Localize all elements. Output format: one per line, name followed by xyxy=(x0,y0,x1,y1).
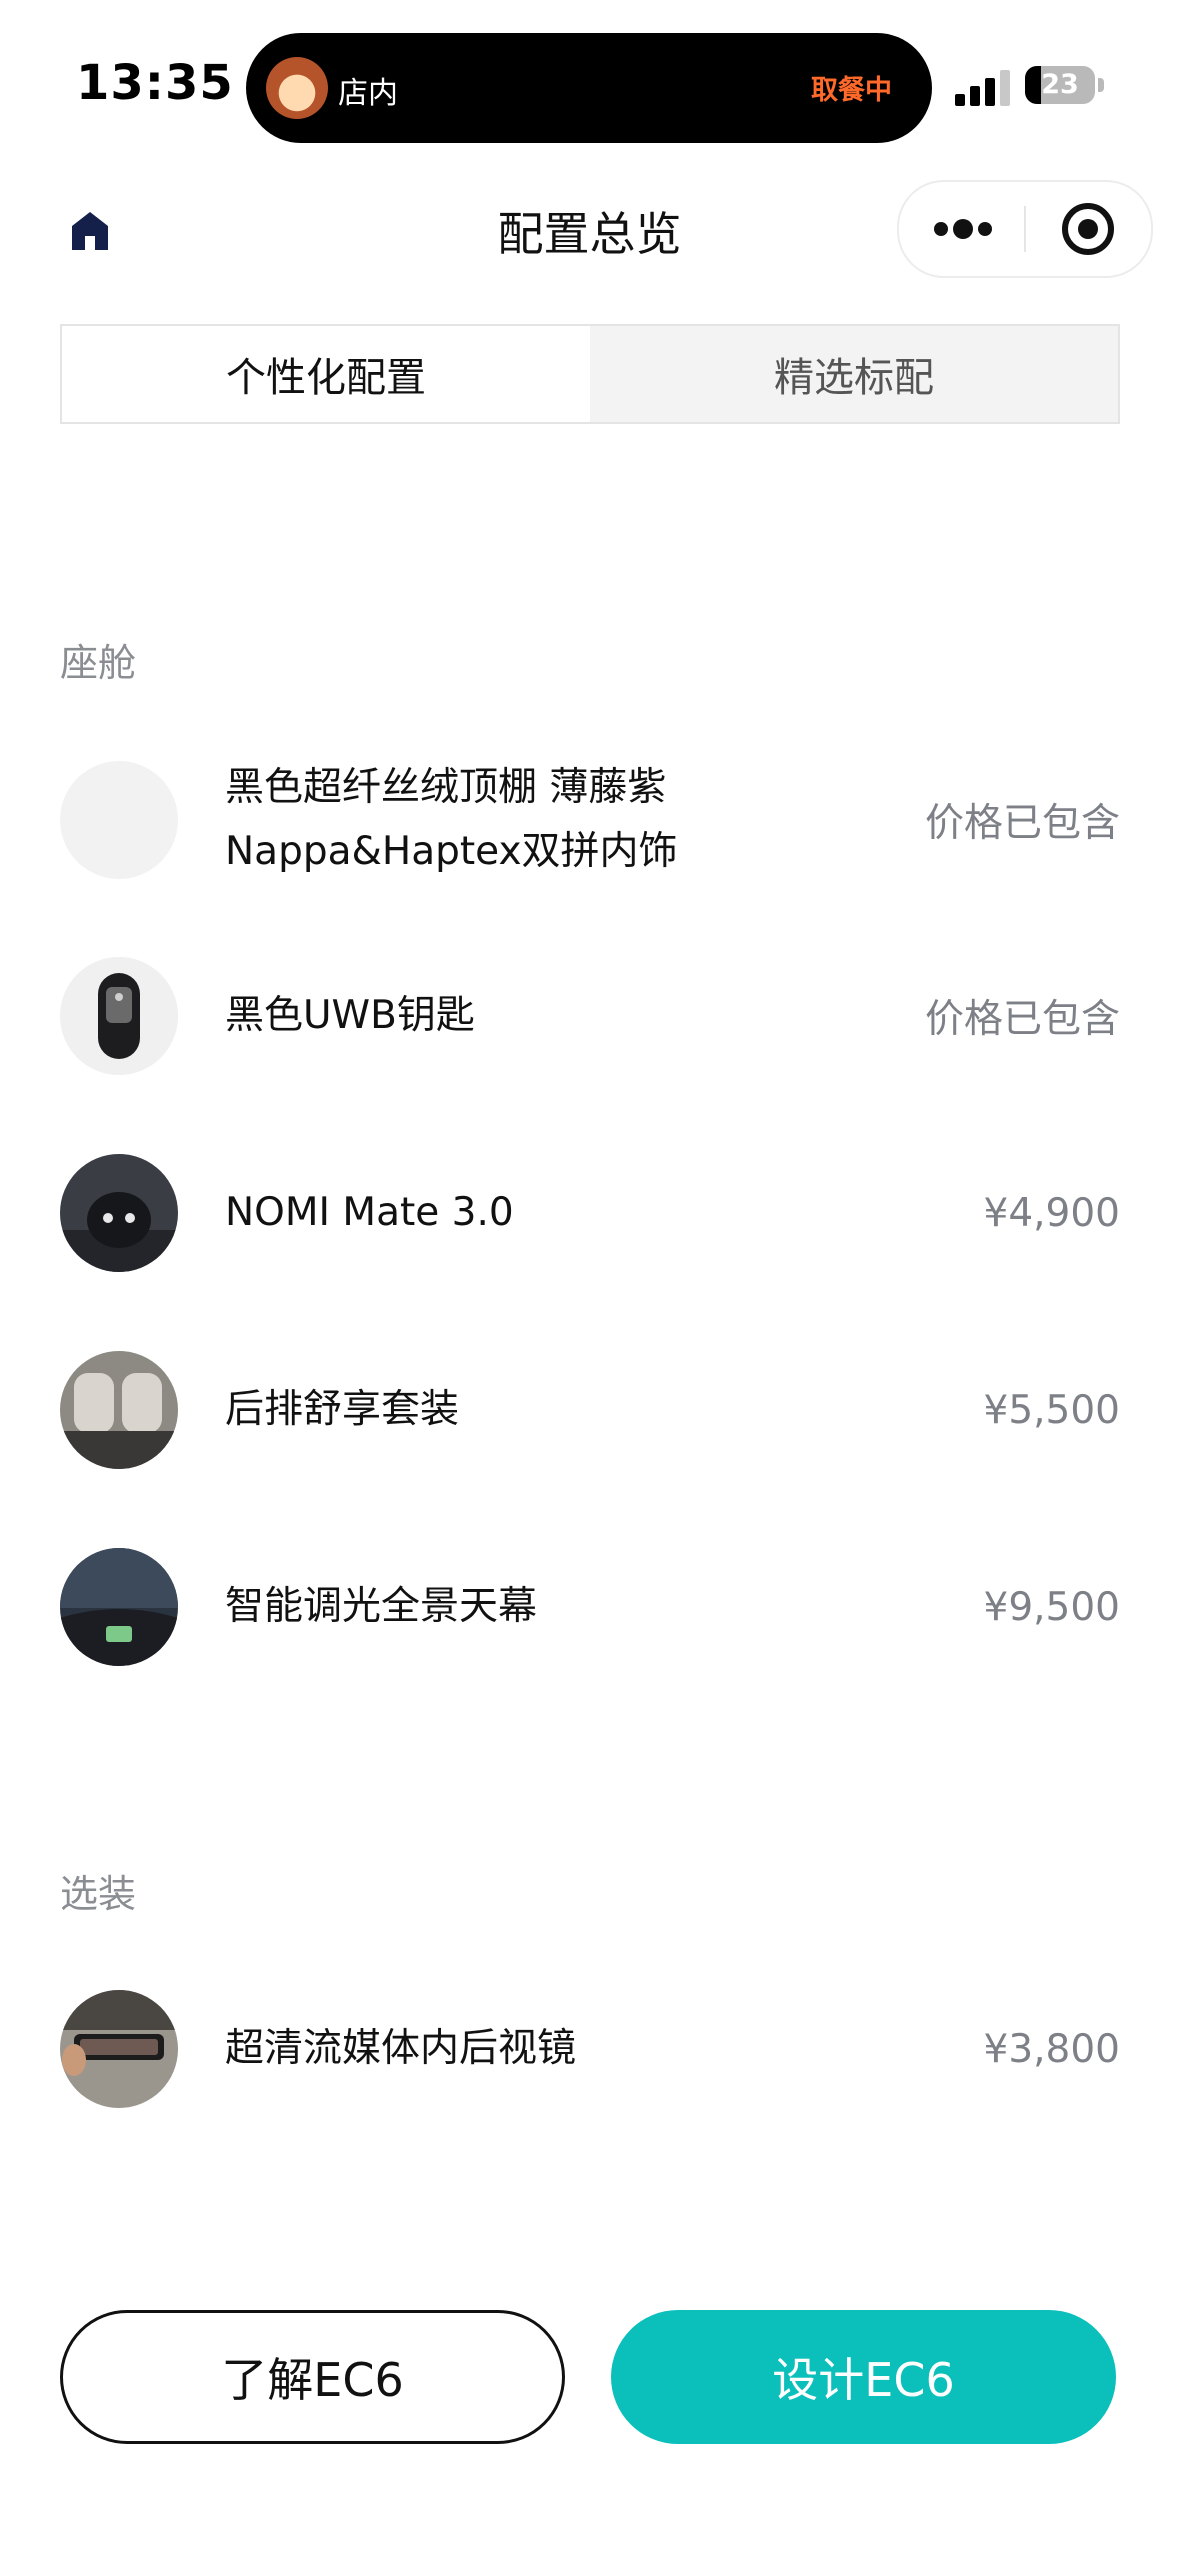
item-price: 价格已包含 xyxy=(924,801,1120,846)
status-bar: 13:35 店内 取餐中 23 xyxy=(0,0,1179,170)
dynamic-island[interactable]: 店内 取餐中 xyxy=(246,33,932,143)
item-name: NOMI Mate 3.0 xyxy=(225,1190,514,1235)
section-title-options: 选装 xyxy=(60,1872,137,1916)
item-price: 价格已包含 xyxy=(924,997,1120,1042)
battery-level: 23 xyxy=(1041,69,1079,100)
list-item[interactable]: 超清流媒体内后视镜 ¥3,800 xyxy=(60,1984,1120,2114)
nomi-robot-icon xyxy=(60,1154,178,1272)
mini-program-capsule xyxy=(897,180,1153,278)
item-name: 超清流媒体内后视镜 xyxy=(225,2026,577,2071)
island-status: 取餐中 xyxy=(811,75,892,106)
target-icon xyxy=(1062,203,1114,255)
item-price: ¥4,900 xyxy=(983,1190,1120,1236)
more-button[interactable] xyxy=(899,182,1024,276)
list-item[interactable]: NOMI Mate 3.0 ¥4,900 xyxy=(60,1148,1120,1278)
signal-icon xyxy=(955,66,1011,106)
learn-ec6-button[interactable]: 了解EC6 xyxy=(60,2310,565,2444)
item-price: ¥9,500 xyxy=(983,1584,1120,1630)
battery-tip xyxy=(1098,78,1104,92)
tab-label: 精选标配 xyxy=(774,355,934,401)
more-icon xyxy=(934,219,992,239)
close-program-button[interactable] xyxy=(1026,182,1151,276)
section-title-cabin: 座舱 xyxy=(60,641,137,685)
tab-standard[interactable]: 精选标配 xyxy=(590,326,1118,422)
list-item[interactable]: 黑色超纤丝绒顶棚 薄藤紫 Nappa&Haptex双拼内饰 价格已包含 xyxy=(60,755,1120,885)
tab-label: 个性化配置 xyxy=(226,355,426,401)
list-item[interactable]: 黑色UWB钥匙 价格已包含 xyxy=(60,951,1120,1081)
item-name: 黑色UWB钥匙 xyxy=(225,993,475,1038)
item-thumbnail xyxy=(60,1154,178,1272)
design-ec6-button[interactable]: 设计EC6 xyxy=(611,2310,1116,2444)
item-thumbnail xyxy=(60,761,178,879)
item-name: 黑色超纤丝绒顶棚 薄藤紫 Nappa&Haptex双拼内饰 xyxy=(225,765,678,874)
item-thumbnail xyxy=(60,1351,178,1469)
learn-ec6-label: 了解EC6 xyxy=(221,2353,404,2407)
status-time: 13:35 xyxy=(76,55,234,111)
island-label: 店内 xyxy=(338,76,398,111)
panoramic-roof-icon xyxy=(60,1548,178,1666)
item-price: ¥5,500 xyxy=(983,1387,1120,1433)
avatar xyxy=(266,57,328,119)
config-tabs: 个性化配置 精选标配 xyxy=(60,324,1120,424)
tab-personalized[interactable]: 个性化配置 xyxy=(62,326,590,422)
item-thumbnail xyxy=(60,1990,178,2108)
item-price: ¥3,800 xyxy=(983,2026,1120,2072)
item-name: 后排舒享套装 xyxy=(225,1387,460,1432)
list-item[interactable]: 智能调光全景天幕 ¥9,500 xyxy=(60,1542,1120,1672)
battery-icon: 23 xyxy=(1025,66,1095,104)
item-name: 智能调光全景天幕 xyxy=(225,1584,538,1629)
rear-seat-icon xyxy=(60,1351,178,1469)
uwb-key-icon xyxy=(60,957,178,1075)
design-ec6-label: 设计EC6 xyxy=(772,2353,955,2407)
item-thumbnail xyxy=(60,957,178,1075)
rearview-mirror-icon xyxy=(60,1990,178,2108)
item-thumbnail xyxy=(60,1548,178,1666)
list-item[interactable]: 后排舒享套装 ¥5,500 xyxy=(60,1345,1120,1475)
